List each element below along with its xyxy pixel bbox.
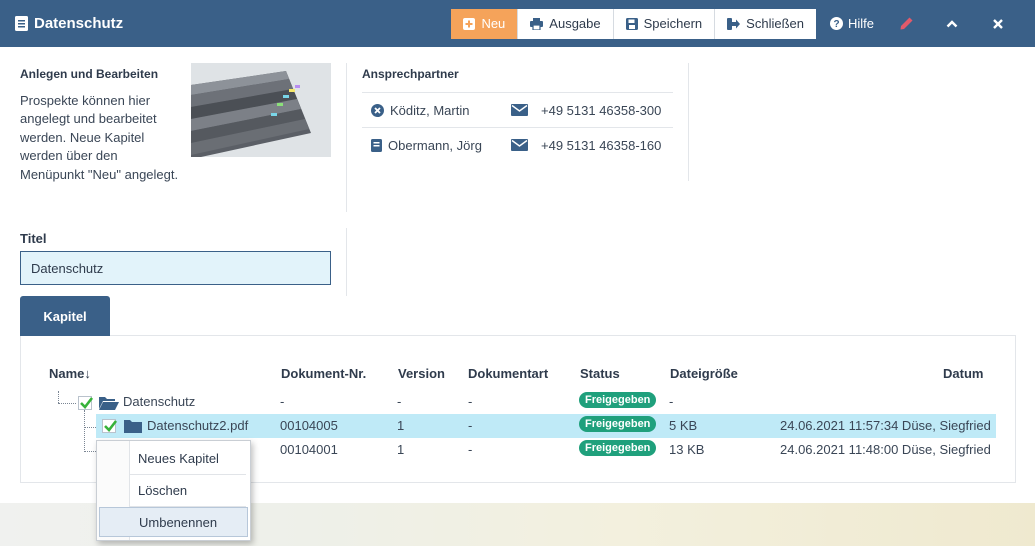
titel-label: Titel <box>20 231 47 246</box>
chevron-up-icon <box>946 19 958 27</box>
column-header-name[interactable]: Name↓ <box>49 366 91 381</box>
new-button[interactable]: Neu <box>451 8 519 39</box>
save-button-label: Speichern <box>643 16 703 31</box>
context-menu: Neues Kapitel Löschen Umbenennen <box>96 440 251 541</box>
email-button[interactable] <box>497 104 541 116</box>
sign-out-icon <box>727 17 741 30</box>
check-icon <box>80 397 94 409</box>
help-button[interactable]: ? Hilfe <box>818 9 886 39</box>
status-badge: Freigegeben <box>579 392 657 408</box>
row-version: 1 <box>397 442 405 457</box>
row-doctype: - <box>468 394 473 409</box>
check-icon <box>104 420 118 432</box>
print-icon <box>530 17 544 30</box>
row-docnr: 00104001 <box>280 442 338 457</box>
new-button-label: Neu <box>481 16 506 31</box>
output-button[interactable]: Ausgabe <box>518 8 614 39</box>
close-icon <box>993 18 1003 29</box>
column-header-status[interactable]: Status <box>580 366 620 381</box>
status-badge: Freigegeben <box>579 416 657 432</box>
question-circle-icon: ? <box>829 17 843 30</box>
contact-phone[interactable]: +49 5131 46358-160 <box>541 138 661 153</box>
titel-input[interactable] <box>20 251 331 285</box>
row-size: - <box>669 394 674 409</box>
row-checkbox[interactable] <box>78 396 94 410</box>
help-button-label: Hilfe <box>847 16 874 31</box>
plus-square-icon <box>463 17 476 30</box>
document-icon <box>15 16 28 31</box>
divider <box>346 228 347 296</box>
tab-kapitel[interactable]: Kapitel <box>20 296 110 336</box>
contact-name: Köditz, Martin <box>390 102 470 118</box>
contact-row: Obermann, Jörg +49 5131 46358-160 <box>362 127 673 162</box>
row-version: - <box>397 394 402 409</box>
contacts-heading: Ansprechpartner <box>362 67 459 81</box>
window-header: Datenschutz Neu Ausgabe Speichern Schlie… <box>0 0 1035 47</box>
column-header-version[interactable]: Version <box>398 366 445 381</box>
edit-button[interactable] <box>886 9 932 39</box>
pencil-icon <box>900 17 913 30</box>
contact-name: Obermann, Jörg <box>388 137 482 153</box>
column-header-docnr[interactable]: Dokument-Nr. <box>281 366 366 381</box>
contact-name-cell: Obermann, Jörg <box>362 138 497 153</box>
row-docnr: 00104005 <box>280 418 338 433</box>
table-row[interactable]: Datenschutz2.pdf 00104005 1 - Freigegebe… <box>0 414 1000 438</box>
row-size: 5 KB <box>669 418 698 433</box>
column-header-date[interactable]: Datum <box>943 366 983 381</box>
divider <box>346 63 347 212</box>
row-date: 24.06.2021 11:48:00 Düse, Siegfried <box>780 442 991 457</box>
output-button-label: Ausgabe <box>549 16 601 31</box>
contact-name-cell: Köditz, Martin <box>362 103 497 118</box>
envelope-icon <box>510 104 528 116</box>
row-name: Datenschutz2.pdf <box>147 418 249 433</box>
info-heading: Anlegen und Bearbeiten <box>20 67 159 81</box>
menu-item-new-chapter[interactable]: Neues Kapitel <box>99 443 248 473</box>
close-button[interactable]: Schließen <box>715 8 816 39</box>
row-doctype: - <box>468 442 473 457</box>
column-header-size[interactable]: Dateigröße <box>670 366 738 381</box>
contact-phone[interactable]: +49 5131 46358-300 <box>541 103 661 118</box>
info-text: Prospekte können hier angelegt und bearb… <box>20 93 179 182</box>
window-title: Datenschutz <box>15 15 451 32</box>
row-docnr: - <box>280 394 285 409</box>
row-doctype: - <box>468 418 473 433</box>
row-date: 24.06.2021 11:57:34 Düse, Siegfried <box>780 418 991 433</box>
xing-icon <box>371 103 384 117</box>
folder-icon <box>124 420 142 433</box>
close-window-button[interactable] <box>977 9 1035 39</box>
brochure-image <box>191 63 331 157</box>
menu-item-rename[interactable]: Umbenennen <box>99 507 248 537</box>
email-button[interactable] <box>497 139 541 151</box>
close-button-label: Schließen <box>746 16 804 31</box>
row-checkbox[interactable] <box>102 419 118 433</box>
row-version: 1 <box>397 418 405 433</box>
floppy-icon <box>625 17 638 30</box>
column-header-doctype[interactable]: Dokumentart <box>468 366 548 381</box>
collapse-button[interactable] <box>932 9 977 39</box>
menu-item-delete[interactable]: Löschen <box>99 475 248 505</box>
folder-open-icon <box>99 397 119 410</box>
divider <box>688 63 689 181</box>
save-button[interactable]: Speichern <box>613 8 716 39</box>
table-row[interactable]: Datenschutz - - - Freigegeben - <box>0 390 1000 414</box>
row-name: Datenschutz <box>123 394 196 409</box>
status-badge: Freigegeben <box>579 440 657 456</box>
row-size: 13 KB <box>669 442 705 457</box>
book-icon <box>371 138 382 152</box>
svg-text:?: ? <box>833 19 839 30</box>
contact-row: Köditz, Martin +49 5131 46358-300 <box>362 92 673 127</box>
window-title-text: Datenschutz <box>34 15 124 32</box>
envelope-icon <box>510 139 528 151</box>
